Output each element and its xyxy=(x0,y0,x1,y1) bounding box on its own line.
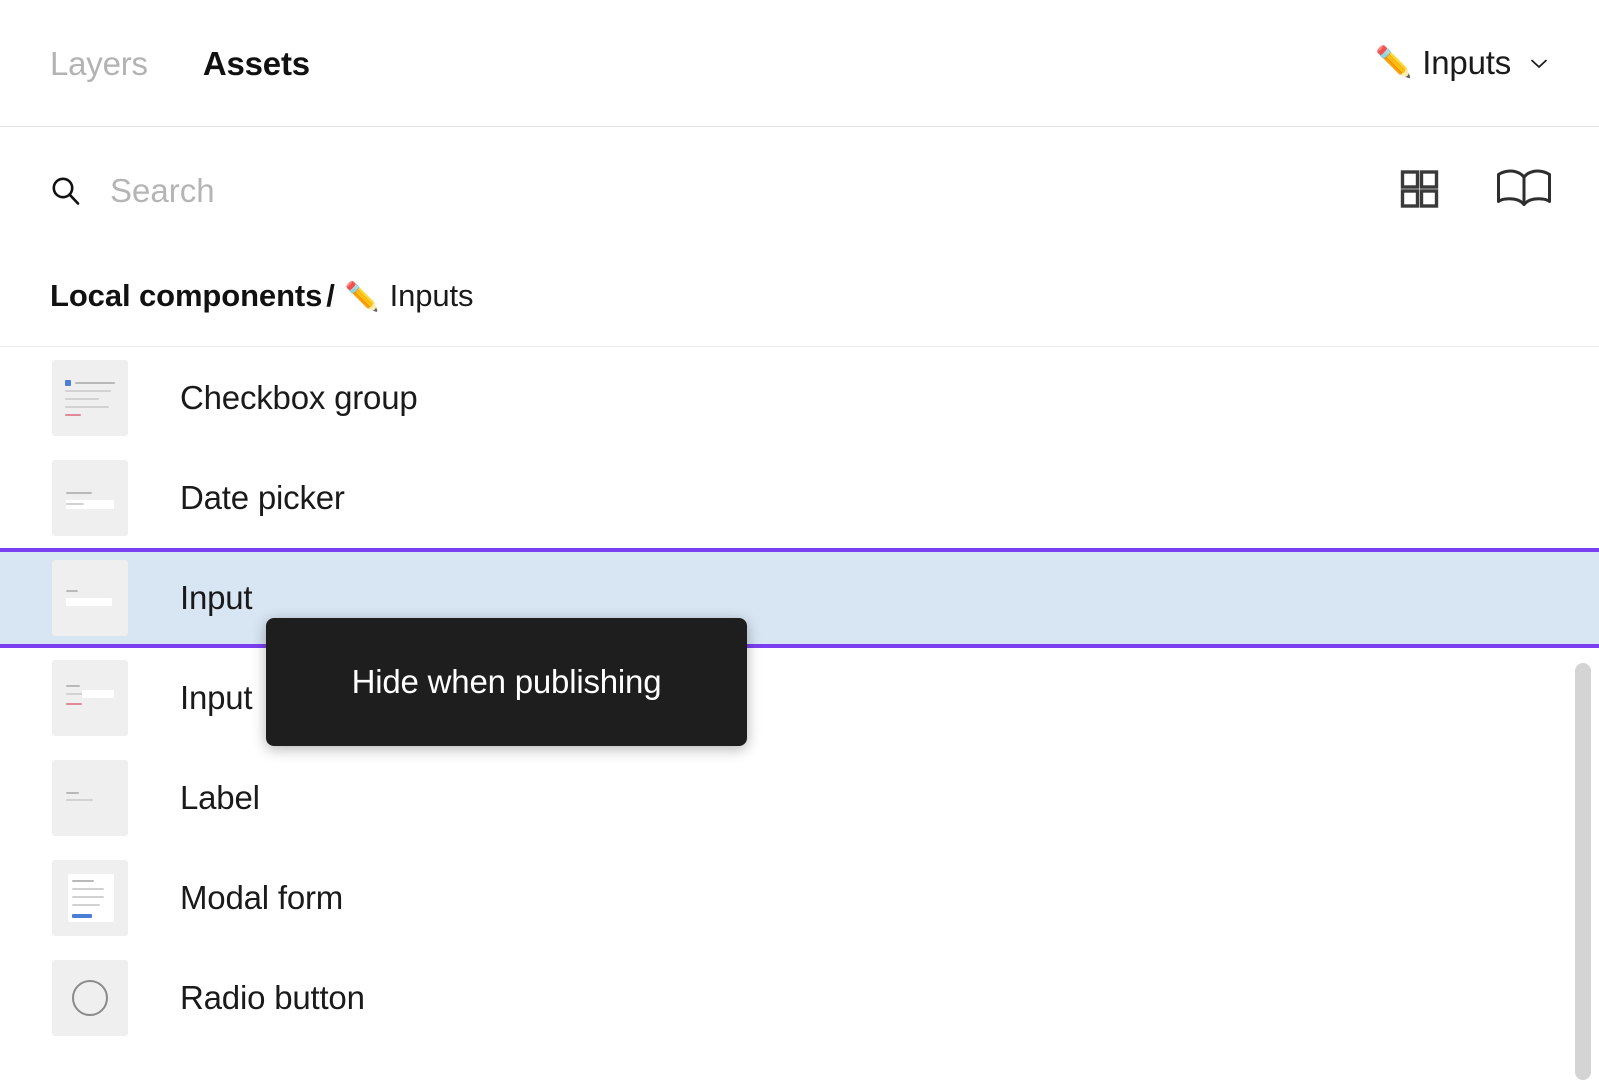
date-picker-thumb xyxy=(52,460,128,536)
input-group-thumb xyxy=(52,660,128,736)
list-item-label: Modal form xyxy=(180,879,344,916)
list-item-label: Radio button xyxy=(180,979,365,1016)
tab-assets[interactable]: Assets xyxy=(203,47,310,80)
pencil-icon: ✏️ xyxy=(344,280,380,312)
list-item-label: Checkbox group xyxy=(180,379,418,416)
breadcrumb: Local components / ✏️ Inputs xyxy=(50,278,474,314)
breadcrumb-root[interactable]: Local components xyxy=(50,278,322,314)
list-item-label: Label xyxy=(180,779,260,816)
breadcrumb-separator: / xyxy=(326,278,335,313)
scrollbar-thumb[interactable] xyxy=(1575,663,1591,1080)
pencil-icon: ✏️ xyxy=(1374,46,1413,79)
list-item[interactable]: Checkbox group xyxy=(0,348,1599,448)
list-item[interactable]: Date picker xyxy=(0,448,1599,548)
label-thumb xyxy=(52,760,128,836)
breadcrumb-current: Inputs xyxy=(389,278,474,313)
search-input[interactable] xyxy=(110,172,1010,210)
tab-layers[interactable]: Layers xyxy=(50,47,148,80)
search-icon xyxy=(48,173,84,209)
list-item-label: Input xyxy=(180,679,253,716)
list-item[interactable]: Radio button xyxy=(0,948,1599,1048)
tooltip: Hide when publishing xyxy=(266,618,747,746)
component-list: Checkbox group Date picker Input Input L… xyxy=(0,348,1599,1080)
search-row xyxy=(0,127,1599,255)
list-item[interactable]: Input xyxy=(0,648,1599,748)
search-bar xyxy=(0,127,1599,347)
input-thumb xyxy=(52,560,128,636)
list-item-label: Input xyxy=(180,579,253,616)
list-item[interactable]: Label xyxy=(0,748,1599,848)
view-toggle-group xyxy=(1397,166,1553,217)
panel-tab-bar: Layers Assets ✏️ Inputs xyxy=(0,0,1599,127)
radio-button-thumb xyxy=(52,960,128,1036)
checkbox-group-thumb xyxy=(52,360,128,436)
list-item-selected[interactable]: Input xyxy=(0,548,1599,648)
grid-view-icon[interactable] xyxy=(1397,167,1441,216)
scrollbar[interactable] xyxy=(1575,663,1591,1080)
page-selector-dropdown[interactable]: ✏️ Inputs xyxy=(1375,44,1551,82)
list-item[interactable]: Modal form xyxy=(0,848,1599,948)
page-selector-label: Inputs xyxy=(1422,44,1511,81)
modal-form-thumb xyxy=(52,860,128,936)
book-view-icon[interactable] xyxy=(1495,166,1553,217)
list-item-label: Date picker xyxy=(180,479,345,516)
chevron-down-icon xyxy=(1527,51,1551,75)
tooltip-text: Hide when publishing xyxy=(351,663,662,700)
